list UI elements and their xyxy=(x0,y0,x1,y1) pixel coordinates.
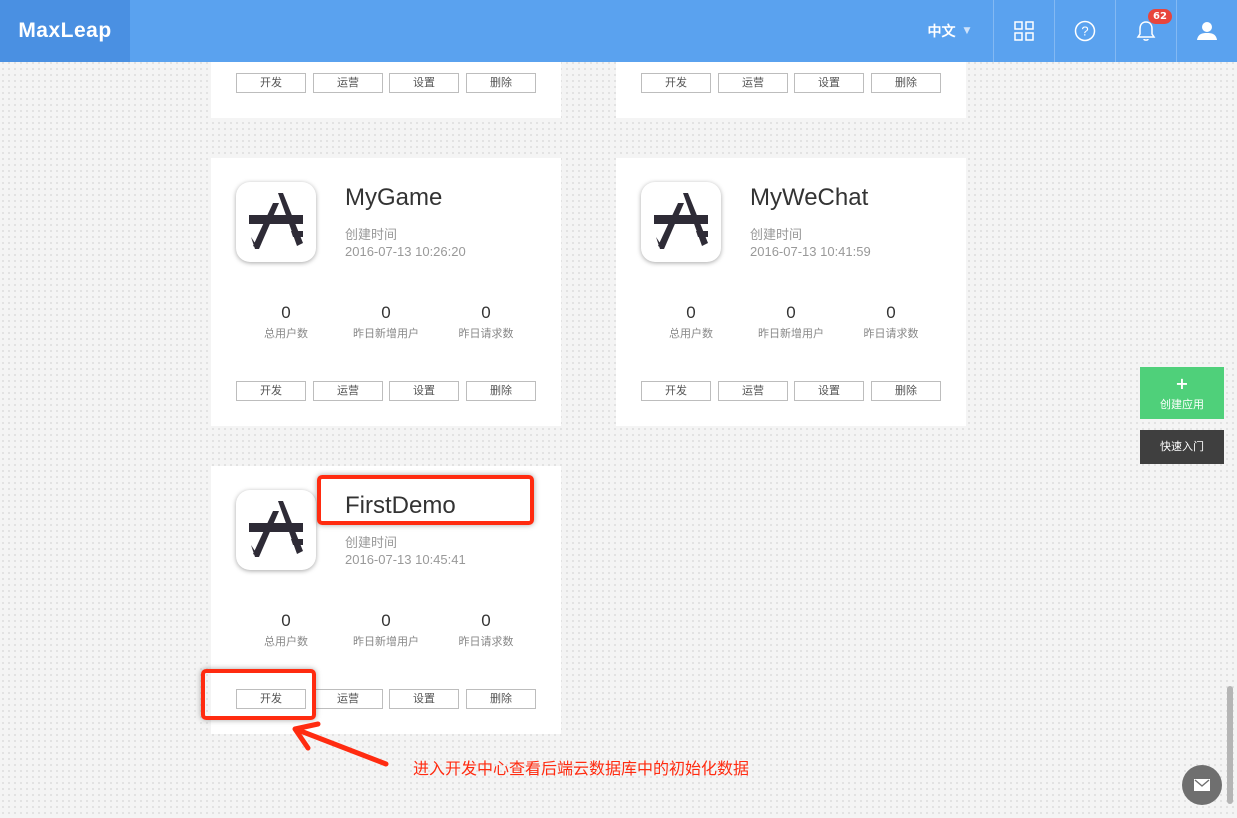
user-icon xyxy=(1197,22,1217,40)
created-label: 创建时间 xyxy=(750,228,803,243)
stat-value: 0 xyxy=(481,611,491,630)
stat-value: 0 xyxy=(281,303,291,322)
created-label: 创建时间 xyxy=(345,536,398,551)
stat-requests: 0 昨日请求数 xyxy=(436,611,536,649)
mail-icon xyxy=(1194,779,1210,791)
annotation-note: 进入开发中心查看后端云数据库中的初始化数据 xyxy=(413,759,750,778)
stat-new-users: 0 昨日新增用户 xyxy=(741,303,841,341)
app-store-icon[interactable] xyxy=(236,182,316,262)
apps-grid-icon xyxy=(1014,21,1034,41)
develop-button[interactable]: 开发 xyxy=(641,381,711,401)
created-time: 2016-07-13 10:41:59 xyxy=(750,244,871,259)
create-app-button[interactable]: + 创建应用 xyxy=(1140,367,1224,419)
settings-button[interactable]: 设置 xyxy=(389,381,459,401)
create-app-label: 创建应用 xyxy=(1160,398,1204,411)
stat-requests: 0 昨日请求数 xyxy=(436,303,536,341)
stat-label: 总用户数 xyxy=(264,327,308,340)
operations-button[interactable]: 运营 xyxy=(313,381,383,401)
stat-label: 昨日新增用户 xyxy=(758,327,824,340)
language-selector[interactable]: 中文 ▼ xyxy=(905,0,993,62)
stat-value: 0 xyxy=(886,303,896,322)
develop-button[interactable]: 开发 xyxy=(236,73,306,93)
stat-label: 昨日请求数 xyxy=(458,635,514,648)
stat-value: 0 xyxy=(281,611,291,630)
app-name[interactable]: MyGame xyxy=(345,184,442,212)
stat-total-users: 0 总用户数 xyxy=(641,303,741,341)
app-store-icon[interactable] xyxy=(641,182,721,262)
operations-button[interactable]: 运营 xyxy=(313,73,383,93)
settings-button[interactable]: 设置 xyxy=(794,73,864,93)
scrollbar-thumb[interactable] xyxy=(1227,686,1233,804)
delete-button[interactable]: 删除 xyxy=(466,73,536,93)
highlight-box-app-name xyxy=(317,475,534,525)
stat-requests: 0 昨日请求数 xyxy=(841,303,941,341)
app-card-partial: 开发 运营 设置 删除 xyxy=(211,62,561,118)
help-button[interactable]: ? xyxy=(1054,0,1115,62)
card-actions: 开发 运营 设置 删除 xyxy=(641,381,941,401)
plus-icon: + xyxy=(1175,374,1189,393)
stat-new-users: 0 昨日新增用户 xyxy=(336,611,436,649)
app-card-partial: 开发 运营 设置 删除 xyxy=(616,62,966,118)
language-label: 中文 xyxy=(927,24,956,40)
stat-label: 总用户数 xyxy=(669,327,713,340)
delete-button[interactable]: 删除 xyxy=(466,689,536,709)
card-actions: 开发 运营 设置 删除 xyxy=(641,73,941,93)
settings-button[interactable]: 设置 xyxy=(389,689,459,709)
delete-button[interactable]: 删除 xyxy=(871,381,941,401)
created-time: 2016-07-13 10:45:41 xyxy=(345,552,466,567)
stat-value: 0 xyxy=(381,303,391,322)
highlight-box-develop-button xyxy=(201,669,316,720)
svg-text:?: ? xyxy=(1081,24,1088,39)
stat-label: 昨日请求数 xyxy=(863,327,919,340)
created-time: 2016-07-13 10:26:20 xyxy=(345,244,466,259)
stat-label: 昨日新增用户 xyxy=(353,635,419,648)
stat-value: 0 xyxy=(481,303,491,322)
app-store-icon[interactable] xyxy=(236,490,316,570)
stat-label: 昨日新增用户 xyxy=(353,327,419,340)
stat-value: 0 xyxy=(381,611,391,630)
stat-value: 0 xyxy=(686,303,696,322)
notification-count-badge: 62 xyxy=(1148,9,1172,24)
arrow-annotation xyxy=(292,721,389,767)
settings-button[interactable]: 设置 xyxy=(389,73,459,93)
user-menu-button[interactable] xyxy=(1176,0,1237,62)
settings-button[interactable]: 设置 xyxy=(794,381,864,401)
stat-value: 0 xyxy=(786,303,796,322)
delete-button[interactable]: 删除 xyxy=(871,73,941,93)
quick-start-button[interactable]: 快速入门 xyxy=(1140,430,1224,464)
develop-button[interactable]: 开发 xyxy=(641,73,711,93)
help-icon: ? xyxy=(1074,20,1096,42)
stat-total-users: 0 总用户数 xyxy=(236,303,336,341)
stat-label: 总用户数 xyxy=(264,635,308,648)
card-actions: 开发 运营 设置 删除 xyxy=(236,381,536,401)
logo[interactable]: MaxLeap xyxy=(0,0,130,62)
notifications-button[interactable]: 62 xyxy=(1115,0,1176,62)
develop-button[interactable]: 开发 xyxy=(236,381,306,401)
created-label: 创建时间 xyxy=(345,228,398,243)
app-name[interactable]: MyWeChat xyxy=(750,184,868,212)
operations-button[interactable]: 运营 xyxy=(313,689,383,709)
operations-button[interactable]: 运营 xyxy=(718,73,788,93)
top-bar: MaxLeap 中文 ▼ ? 62 xyxy=(0,0,1237,62)
stat-label: 昨日请求数 xyxy=(458,327,514,340)
message-button[interactable] xyxy=(1182,765,1222,805)
apps-grid-button[interactable] xyxy=(993,0,1054,62)
chevron-down-icon: ▼ xyxy=(963,26,971,36)
delete-button[interactable]: 删除 xyxy=(466,381,536,401)
app-card-mywechat: MyWeChat 创建时间 2016-07-13 10:41:59 0 总用户数… xyxy=(616,158,966,426)
stat-total-users: 0 总用户数 xyxy=(236,611,336,649)
stat-new-users: 0 昨日新增用户 xyxy=(336,303,436,341)
app-card-mygame: MyGame 创建时间 2016-07-13 10:26:20 0 总用户数 0… xyxy=(211,158,561,426)
card-actions: 开发 运营 设置 删除 xyxy=(236,73,536,93)
operations-button[interactable]: 运营 xyxy=(718,381,788,401)
